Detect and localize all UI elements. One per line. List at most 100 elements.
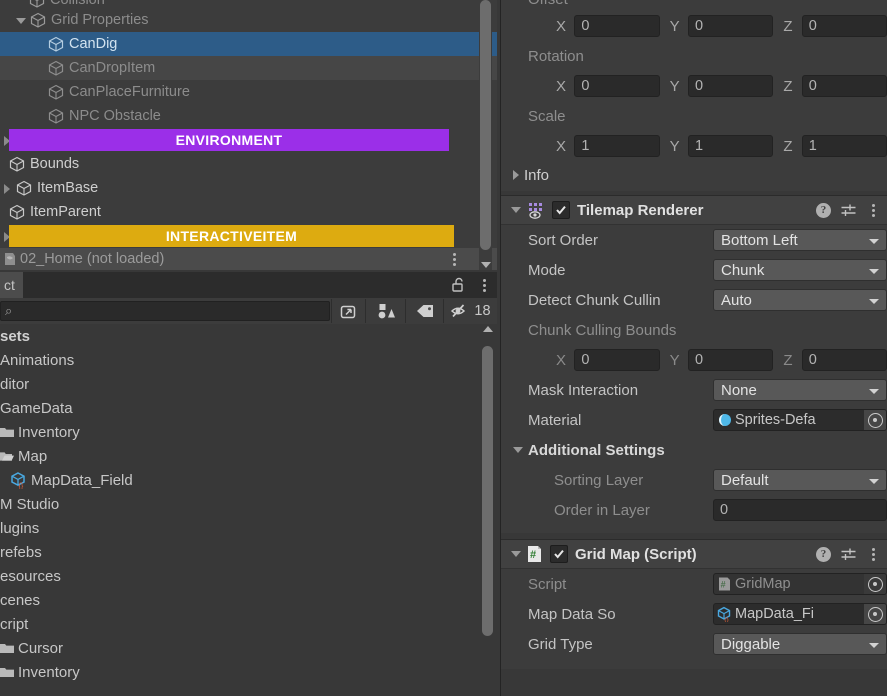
offset-y-value: 0 (695, 18, 704, 34)
help-icon[interactable]: ? (816, 202, 831, 218)
chevron-down-icon (869, 299, 879, 304)
scale-x-input[interactable]: 1 (574, 135, 660, 157)
offset-x-input[interactable]: 0 (574, 15, 660, 37)
project-row-label: MapData_Field (31, 471, 133, 489)
project-row-scenes[interactable]: cenes (0, 588, 497, 612)
hierarchy-item-candropitem[interactable]: CanDropItem (0, 56, 497, 80)
kebab-menu-icon[interactable] (477, 276, 491, 294)
detect-chunk-culling-row: Detect Chunk Cullin Auto (501, 285, 887, 315)
grid-map-header-icons: ? (816, 540, 880, 568)
hierarchy-banner-environment[interactable]: ENVIRONMENT (9, 129, 449, 151)
material-object-field[interactable]: Sprites-Defa (713, 409, 887, 431)
project-row-editor[interactable]: ditor (0, 372, 497, 396)
label-filter-button[interactable] (405, 299, 443, 323)
rotation-y-input[interactable]: 0 (688, 75, 774, 97)
kebab-menu-icon[interactable] (866, 201, 880, 219)
sort-order-dropdown[interactable]: Bottom Left (713, 229, 887, 251)
mode-dropdown[interactable]: Chunk (713, 259, 887, 281)
hierarchy-scrollbar[interactable] (479, 0, 492, 270)
scroll-up-arrow-icon[interactable] (483, 326, 493, 332)
project-row-animations[interactable]: Animations (0, 348, 497, 372)
axis-z-label: Z (783, 351, 793, 369)
cube-icon (8, 204, 26, 220)
project-row-inventory-2[interactable]: Inventory (0, 660, 497, 684)
hierarchy-item-collision[interactable]: Collision (0, 0, 497, 8)
detect-chunk-culling-dropdown[interactable]: Auto (713, 289, 887, 311)
offset-z-input[interactable]: 0 (801, 15, 887, 37)
object-picker-button[interactable] (864, 574, 886, 594)
offset-label: Offset (528, 0, 568, 8)
grid-map-header[interactable]: # Grid Map (Script) ? (501, 539, 887, 569)
preset-icon[interactable] (840, 202, 857, 219)
info-foldout-row[interactable]: Info (501, 161, 887, 189)
scrollbar-thumb[interactable] (482, 346, 493, 636)
sorting-layer-dropdown[interactable]: Default (713, 469, 887, 491)
scrollbar-thumb[interactable] (480, 0, 491, 250)
chunk-culling-y-input[interactable]: 0 (688, 349, 774, 371)
project-row-gamedata[interactable]: GameData (0, 396, 497, 420)
foldout-closed-icon[interactable] (0, 181, 14, 195)
hierarchy-item-grid-properties[interactable]: Grid Properties (0, 8, 497, 32)
object-picker-button[interactable] (864, 604, 886, 624)
help-icon[interactable]: ? (816, 546, 831, 562)
hierarchy-scene-row[interactable]: 02_Home (not loaded) (0, 248, 497, 270)
search-input[interactable]: ⌕ (0, 301, 330, 321)
lock-open-icon[interactable] (451, 277, 466, 293)
chunk-culling-z-input[interactable]: 0 (801, 349, 887, 371)
project-row-resources[interactable]: esources (0, 564, 497, 588)
offset-y-input[interactable]: 0 (688, 15, 774, 37)
foldout-closed-icon[interactable] (513, 170, 519, 180)
project-row-map[interactable]: Map (0, 444, 497, 468)
grid-map-enabled-checkbox[interactable] (550, 545, 568, 563)
hierarchy-banner-interactiveitem[interactable]: INTERACTIVEITEM (9, 225, 454, 247)
svg-text:#: # (721, 580, 726, 590)
hidden-assets-button[interactable]: 18 (443, 299, 497, 323)
additional-settings-foldout[interactable]: Additional Settings (501, 435, 887, 465)
scroll-down-arrow-icon[interactable] (481, 262, 491, 268)
kebab-menu-icon[interactable] (866, 545, 880, 563)
grid-type-dropdown[interactable]: Diggable (713, 633, 887, 655)
foldout-open-icon[interactable] (511, 551, 521, 557)
tilemap-renderer-header[interactable]: Tilemap Renderer ? (501, 195, 887, 225)
chunk-culling-x-input[interactable]: 0 (574, 349, 660, 371)
mask-interaction-dropdown[interactable]: None (713, 379, 887, 401)
foldout-open-icon[interactable] (511, 207, 521, 213)
order-in-layer-input[interactable]: 0 (713, 499, 887, 521)
scale-y-input[interactable]: 1 (688, 135, 774, 157)
map-data-so-object-field[interactable]: () MapData_Fi (713, 603, 887, 625)
object-picker-button[interactable] (864, 410, 886, 430)
rotation-z-input[interactable]: 0 (801, 75, 887, 97)
hierarchy-item-itemparent[interactable]: ItemParent (0, 200, 497, 224)
project-row-label: lugins (0, 519, 40, 537)
hierarchy-item-candig[interactable]: CanDig (0, 32, 497, 56)
inspector-panel: Offset X 0 Y 0 Z 0 Rotation X (500, 0, 887, 696)
foldout-open-icon[interactable] (14, 13, 28, 27)
map-data-so-row: Map Data So () MapData_Fi (501, 599, 887, 629)
project-row-prefebs[interactable]: refebs (0, 540, 497, 564)
preset-icon[interactable] (840, 546, 857, 563)
foldout-open-icon[interactable] (513, 447, 523, 453)
rotation-x-input[interactable]: 0 (574, 75, 660, 97)
project-row-mapdata-field[interactable]: {} MapData_Field (0, 468, 497, 492)
project-row-plugins[interactable]: lugins (0, 516, 497, 540)
project-scrollbar[interactable] (481, 324, 494, 696)
tilemap-renderer-enabled-checkbox[interactable] (552, 201, 570, 219)
scale-z-input[interactable]: 1 (801, 135, 887, 157)
axis-x-label: X (556, 351, 567, 369)
offset-row: X 0 Y 0 Z 0 (501, 11, 887, 41)
project-row-script[interactable]: cript (0, 612, 497, 636)
order-in-layer-label: Order in Layer (554, 501, 650, 519)
tab-project[interactable]: ct (0, 272, 23, 298)
project-row-assets[interactable]: sets (0, 324, 497, 348)
project-row-label: Map (18, 447, 48, 465)
popout-window-button[interactable] (331, 299, 365, 323)
hierarchy-item-canplacefurniture[interactable]: CanPlaceFurniture (0, 80, 497, 104)
hierarchy-item-itembase[interactable]: ItemBase (0, 176, 497, 200)
kebab-menu-icon[interactable] (447, 250, 461, 268)
project-row-cursor[interactable]: Cursor (0, 636, 497, 660)
hierarchy-item-bounds[interactable]: Bounds (0, 152, 497, 176)
project-row-m-studio[interactable]: M Studio (0, 492, 497, 516)
project-row-inventory[interactable]: Inventory (0, 420, 497, 444)
hierarchy-item-npc-obstacle[interactable]: NPC Obstacle (0, 104, 497, 128)
asset-type-filter-button[interactable] (365, 299, 405, 323)
